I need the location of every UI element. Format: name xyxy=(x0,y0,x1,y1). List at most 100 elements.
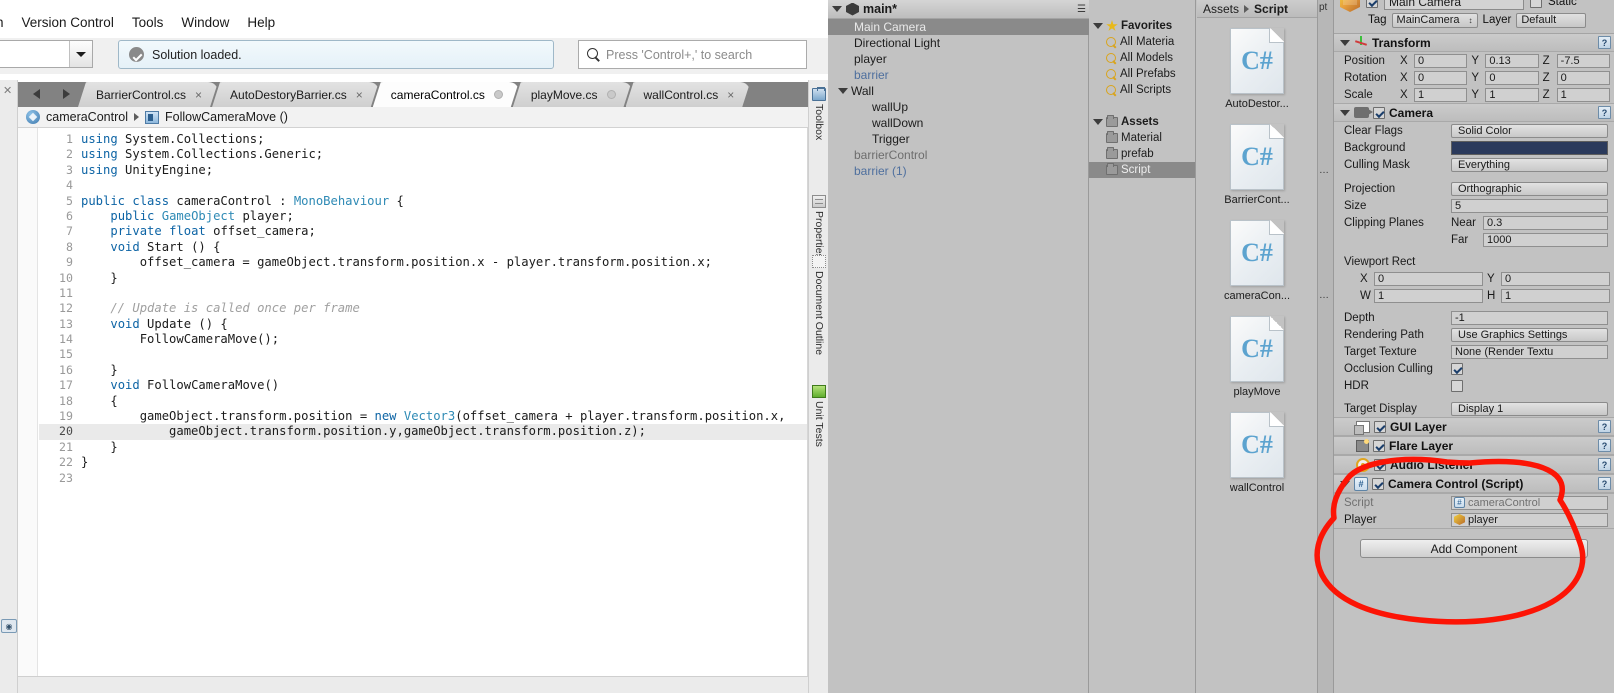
triangle-down-icon[interactable] xyxy=(1093,23,1103,29)
code-line[interactable]: 14 FollowCameraMove(); xyxy=(39,332,807,347)
editor-tab[interactable]: playMove.cs xyxy=(513,82,632,107)
component-enabled-checkbox[interactable] xyxy=(1374,458,1386,471)
project-tree-item[interactable] xyxy=(1089,98,1195,114)
code-line[interactable]: 3 using UnityEngine; xyxy=(39,163,807,178)
component-header[interactable]: Camera ? xyxy=(1334,104,1614,122)
script-objectfield[interactable]: # cameraControl xyxy=(1451,495,1608,510)
close-icon[interactable]: ✕ xyxy=(3,84,12,97)
triangle-down-icon[interactable] xyxy=(1340,109,1350,116)
camera-enabled-checkbox[interactable] xyxy=(1373,106,1385,119)
code-line[interactable]: 1 using System.Collections; xyxy=(39,132,807,147)
editor-tab[interactable]: cameraControl.cs xyxy=(373,82,519,107)
component-enabled-checkbox[interactable] xyxy=(1372,477,1384,490)
hierarchy-item[interactable]: Main Camera xyxy=(828,19,1089,35)
breadcrumb-member[interactable]: FollowCameraMove () xyxy=(165,110,288,124)
hierarchy-item[interactable]: barrierControl xyxy=(828,147,1089,163)
breadcrumb-class[interactable]: cameraControl xyxy=(46,110,128,124)
code-editor[interactable]: 1 using System.Collections; 2 using System.… xyxy=(18,128,808,676)
hierarchy-options-icon[interactable]: ☰ xyxy=(1077,4,1086,15)
asset-item[interactable]: C# playMove xyxy=(1197,306,1317,402)
asset-item[interactable]: C# BarrierCont... xyxy=(1197,114,1317,210)
transform-x-input[interactable]: 0 xyxy=(1414,53,1468,68)
transform-y-input[interactable]: 0 xyxy=(1485,70,1539,85)
add-component-button[interactable]: Add Component xyxy=(1360,539,1588,558)
component-header[interactable]: Flare Layer? xyxy=(1334,437,1614,455)
dock-tab-document-outline[interactable]: Document Outline xyxy=(810,255,828,355)
project-tree-item[interactable]: prefab xyxy=(1089,146,1195,162)
code-line[interactable]: 23 xyxy=(39,471,807,486)
culling-mask-dropdown[interactable]: Everything xyxy=(1451,157,1608,172)
transform-y-input[interactable]: 1 xyxy=(1485,87,1539,102)
component-header[interactable]: Transform ? xyxy=(1334,34,1614,52)
layer-dropdown[interactable]: Default xyxy=(1516,12,1587,28)
inspector-tab-stub[interactable]: pt … … xyxy=(1318,0,1334,693)
asset-item[interactable]: C# AutoDestor... xyxy=(1197,18,1317,114)
help-icon[interactable]: ? xyxy=(1598,420,1611,433)
editor-tab[interactable]: AutoDestoryBarrier.cs × xyxy=(212,82,379,107)
project-tree-item[interactable]: Material xyxy=(1089,130,1195,146)
tab-close-icon[interactable]: × xyxy=(195,88,202,102)
code-line[interactable]: 6 public GameObject player; xyxy=(39,209,807,224)
viewport-x-input[interactable]: 0 xyxy=(1374,271,1483,286)
code-line[interactable]: 9 offset_camera = gameObject.transform.p… xyxy=(39,255,807,270)
hierarchy-item[interactable]: Directional Light xyxy=(828,35,1089,51)
code-line[interactable]: 18 { xyxy=(39,394,807,409)
hierarchy-item[interactable]: barrier xyxy=(828,67,1089,83)
far-input[interactable]: 1000 xyxy=(1483,232,1608,247)
target-display-dropdown[interactable]: Display 1 xyxy=(1451,401,1608,416)
project-tree-item[interactable]: All Models xyxy=(1089,50,1195,66)
menu-item-0[interactable]: n xyxy=(0,13,13,32)
menu-item-help[interactable]: Help xyxy=(238,13,284,32)
help-icon[interactable]: ? xyxy=(1598,36,1611,49)
code-line[interactable]: 10 } xyxy=(39,271,807,286)
help-icon[interactable]: ? xyxy=(1598,477,1611,490)
project-tree-item[interactable]: Favorites xyxy=(1089,18,1195,34)
component-enabled-checkbox[interactable] xyxy=(1373,439,1385,452)
viewport-y-input[interactable]: 0 xyxy=(1501,271,1610,286)
hierarchy-item[interactable]: player xyxy=(828,51,1089,67)
triangle-down-icon[interactable] xyxy=(832,6,842,12)
tab-close-icon[interactable]: × xyxy=(356,88,363,102)
code-line[interactable]: 15 xyxy=(39,347,807,362)
hierarchy-item[interactable]: wallDown xyxy=(828,115,1089,131)
background-color-swatch[interactable] xyxy=(1451,140,1608,155)
triangle-down-icon[interactable] xyxy=(838,88,848,94)
code-line[interactable]: 8 void Start () { xyxy=(39,240,807,255)
project-tree-item[interactable]: All Prefabs xyxy=(1089,66,1195,82)
near-input[interactable]: 0.3 xyxy=(1483,215,1608,230)
editor-tab[interactable]: wallControl.cs × xyxy=(626,82,751,107)
search-input[interactable]: Press 'Control+,' to search xyxy=(578,40,807,69)
viewport-w-input[interactable]: 1 xyxy=(1374,288,1483,303)
target-texture-field[interactable]: None (Render Textu xyxy=(1451,344,1608,359)
editor-tab[interactable]: BarrierControl.cs × xyxy=(78,82,218,107)
configuration-dropdown[interactable] xyxy=(0,40,93,68)
code-line[interactable]: 11 xyxy=(39,286,807,301)
tab-modified-dot-icon[interactable] xyxy=(607,90,616,99)
hierarchy-item[interactable]: barrier (1) xyxy=(828,163,1089,179)
help-icon[interactable]: ? xyxy=(1598,458,1611,471)
menu-item-version-control[interactable]: Version Control xyxy=(13,13,123,32)
asset-item[interactable]: C# wallControl xyxy=(1197,402,1317,498)
size-input[interactable]: 5 xyxy=(1451,198,1608,213)
tab-next-arrow-icon[interactable] xyxy=(58,87,74,101)
dock-tab-toolbox[interactable]: Toolbox xyxy=(810,87,828,140)
component-header[interactable]: GUI Layer? xyxy=(1334,418,1614,436)
code-line[interactable]: 12 // Update is called once per frame xyxy=(39,301,807,316)
code-text[interactable]: 1 using System.Collections; 2 using System.… xyxy=(39,128,807,676)
transform-z-input[interactable]: 1 xyxy=(1556,87,1610,102)
code-line[interactable]: 13 void Update () { xyxy=(39,317,807,332)
component-header[interactable]: # Camera Control (Script)? xyxy=(1334,475,1614,493)
menu-item-window[interactable]: Window xyxy=(172,13,238,32)
tab-close-icon[interactable]: × xyxy=(727,88,734,102)
transform-y-input[interactable]: 0.13 xyxy=(1485,53,1539,68)
project-breadcrumb-root[interactable]: Assets xyxy=(1203,2,1239,16)
tab-modified-dot-icon[interactable] xyxy=(494,90,503,99)
code-line[interactable]: 2 using System.Collections.Generic; xyxy=(39,147,807,162)
viewport-h-input[interactable]: 1 xyxy=(1501,288,1610,303)
tag-dropdown[interactable]: MainCamera ↕ xyxy=(1391,12,1478,28)
code-line[interactable]: 17 void FollowCameraMove() xyxy=(39,378,807,393)
depth-input[interactable]: -1 xyxy=(1451,310,1608,325)
transform-x-input[interactable]: 1 xyxy=(1414,87,1468,102)
component-header[interactable]: Audio Listener? xyxy=(1334,456,1614,474)
static-checkbox[interactable] xyxy=(1530,0,1542,8)
